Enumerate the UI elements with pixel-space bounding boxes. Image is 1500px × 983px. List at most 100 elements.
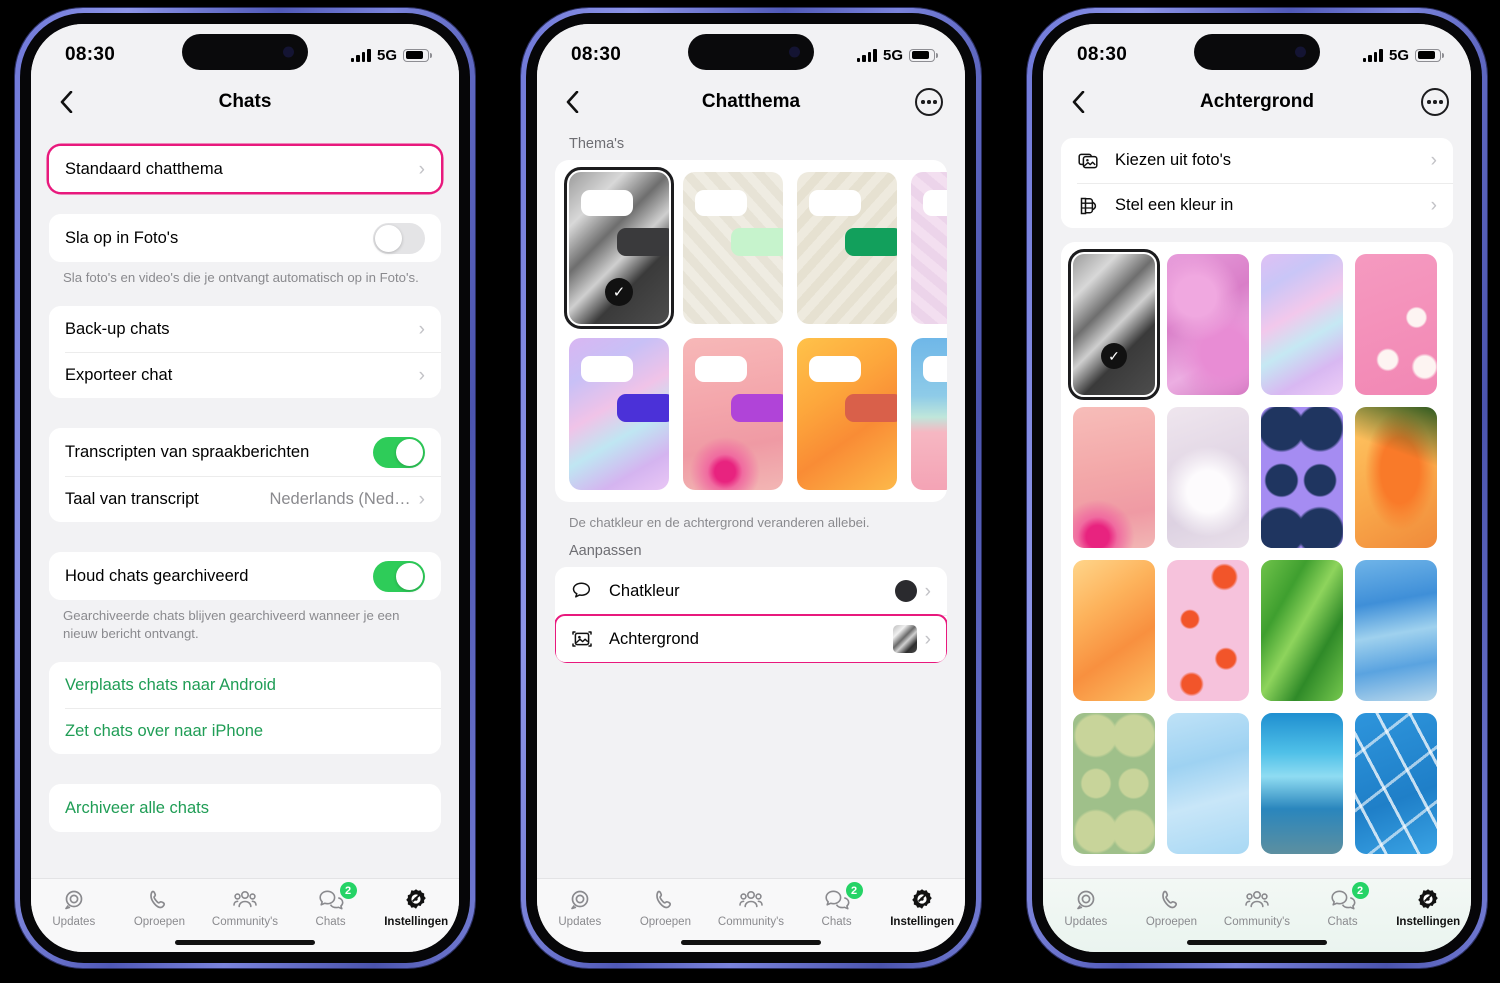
tab-label: Chats <box>315 916 346 928</box>
wallpaper-purple-figs[interactable] <box>1261 407 1343 548</box>
tab-bar[interactable]: Updates Oproepen Community's 2 Chats Ins… <box>1043 878 1471 952</box>
wallpaper-dark-dune[interactable]: ✓ <box>1068 249 1160 400</box>
back-button[interactable] <box>53 89 79 115</box>
page-title: Achtergrond <box>1200 91 1314 112</box>
tab-instellingen[interactable]: Instellingen <box>884 887 960 928</box>
phone-icon <box>1162 890 1178 909</box>
save-photos-toggle[interactable] <box>373 222 425 254</box>
row-backup-chats[interactable]: Back-up chats › <box>49 306 441 353</box>
theme-doodle-cream[interactable] <box>683 172 783 324</box>
row-exporteer-chat[interactable]: Exporteer chat › <box>49 352 441 399</box>
settings-gear-icon <box>1418 889 1438 909</box>
row-taal-van-transcript[interactable]: Taal van transcript Nederlands (Ned… › <box>49 476 441 523</box>
wallpaper-pink-palm-clouds[interactable] <box>1355 254 1437 395</box>
updates-icon <box>1076 890 1095 910</box>
tab-communitys[interactable]: Community's <box>713 887 789 928</box>
chevron-right-icon: › <box>1430 150 1437 171</box>
status-bar: 08:30 5G <box>537 24 965 80</box>
theme-doodle-pink[interactable] <box>911 172 947 324</box>
more-options-icon[interactable] <box>915 88 943 116</box>
theme-dark-dune[interactable]: ✓ <box>564 167 674 329</box>
wallpaper-holographic-lilac[interactable] <box>1261 254 1343 395</box>
settings-list[interactable]: Standaard chatthema › Sla op in Foto's S… <box>31 124 459 878</box>
outgoing-bubble <box>617 394 669 422</box>
tab-bar[interactable]: Updates Oproepen Community's 2 Chats Ins… <box>537 878 965 952</box>
theme-doodle-beige[interactable] <box>797 172 897 324</box>
tab-instellingen[interactable]: Instellingen <box>378 887 454 928</box>
row-label: Zet chats over naar iPhone <box>65 721 264 740</box>
tab-chats[interactable]: 2 Chats <box>293 882 369 928</box>
row-transcripten[interactable]: Transcripten van spraakberichten <box>49 428 441 477</box>
incoming-bubble <box>695 356 747 382</box>
theme-orange-silk[interactable] <box>797 338 897 490</box>
wallpaper-blue-lines[interactable] <box>1355 713 1437 854</box>
tab-chats[interactable]: 2 Chats <box>1305 882 1381 928</box>
chat-bubble-icon <box>571 580 601 602</box>
row-chatkleur[interactable]: Chatkleur › <box>555 567 947 616</box>
theme-pink-floral[interactable] <box>683 338 783 490</box>
wallpaper-body[interactable]: Kiezen uit foto's › Stel een kleur in › … <box>1043 124 1471 878</box>
incoming-bubble <box>809 190 861 216</box>
network-type-label: 5G <box>1388 46 1409 64</box>
wallpaper-pink-crabs[interactable] <box>1167 560 1249 701</box>
wallpaper-light-blue-silk[interactable] <box>1167 713 1249 854</box>
wallpaper-orange-silk[interactable] <box>1073 560 1155 701</box>
incoming-bubble <box>809 356 861 382</box>
incoming-bubble <box>581 190 633 216</box>
theme-holographic-lilac[interactable] <box>569 338 669 490</box>
tab-label: Updates <box>1064 916 1108 928</box>
wallpaper-blue-waves[interactable] <box>1261 713 1343 854</box>
updates-icon <box>570 890 589 910</box>
tab-oproepen[interactable]: Oproepen <box>121 887 197 928</box>
wallpaper-pink-dahlia[interactable] <box>1073 407 1155 548</box>
wallpaper-pink-peony[interactable] <box>1167 254 1249 395</box>
dynamic-island <box>688 34 814 70</box>
row-standaard-chatthema[interactable]: Standaard chatthema › <box>49 146 441 192</box>
incoming-bubble <box>923 356 947 382</box>
chevron-right-icon: › <box>924 580 931 602</box>
chat-theme-body[interactable]: Thema's ✓ De chatkleur en de achtergrond… <box>537 124 965 878</box>
wallpaper-white-dandelion[interactable] <box>1167 407 1249 548</box>
keep-archived-toggle[interactable] <box>373 560 425 592</box>
transcripts-toggle[interactable] <box>373 436 425 468</box>
save-photos-note: Sla foto's en video's die je ontvangt au… <box>63 270 419 285</box>
tab-communitys[interactable]: Community's <box>207 887 283 928</box>
home-indicator <box>1187 940 1327 945</box>
tab-bar[interactable]: Updates Oproepen Community's 2 Chats Ins… <box>31 878 459 952</box>
back-button[interactable] <box>1065 89 1091 115</box>
communities-icon <box>739 891 763 908</box>
tab-updates[interactable]: Updates <box>36 887 112 928</box>
wallpaper-blue-ink[interactable] <box>1355 560 1437 701</box>
wallpaper-green-olives[interactable] <box>1073 713 1155 854</box>
tab-label: Oproepen <box>639 916 691 928</box>
tab-oproepen[interactable]: Oproepen <box>1133 887 1209 928</box>
wallpaper-green-aloe[interactable] <box>1261 560 1343 701</box>
chat-color-swatch <box>894 580 917 603</box>
themes-heading: Thema's <box>569 136 625 152</box>
wallpaper-grid[interactable]: ✓ <box>1068 249 1453 854</box>
tab-communitys[interactable]: Community's <box>1219 887 1295 928</box>
row-kiezen-uit-fotos[interactable]: Kiezen uit foto's › <box>1061 138 1453 183</box>
settings-gear-icon <box>912 889 932 909</box>
tab-instellingen[interactable]: Instellingen <box>1390 887 1466 928</box>
back-button[interactable] <box>559 89 585 115</box>
tab-updates[interactable]: Updates <box>1048 887 1124 928</box>
row-stel-een-kleur-in[interactable]: Stel een kleur in › <box>1061 183 1453 228</box>
tab-oproepen[interactable]: Oproepen <box>627 887 703 928</box>
more-options-icon[interactable] <box>1421 88 1449 116</box>
theme-beach-pink[interactable] <box>911 338 947 490</box>
row-houd-chats-gearchiveerd[interactable]: Houd chats gearchiveerd <box>49 552 441 601</box>
row-sla-op-in-fotos[interactable]: Sla op in Foto's <box>49 214 441 262</box>
wallpaper-orange-canna-lily[interactable] <box>1355 407 1437 548</box>
row-verplaats-chats-naar-android[interactable]: Verplaats chats naar Android <box>49 662 441 709</box>
themes-grid[interactable]: ✓ <box>564 167 947 490</box>
row-archiveer-alle-chats[interactable]: Archiveer alle chats <box>49 784 441 833</box>
nav-bar: Chats <box>31 80 459 124</box>
archive-toggle-group: Houd chats gearchiveerd <box>49 552 441 601</box>
row-achtergrond[interactable]: Achtergrond › <box>555 614 947 664</box>
tab-updates[interactable]: Updates <box>542 887 618 928</box>
tab-label: Community's <box>1223 916 1291 928</box>
tab-chats[interactable]: 2 Chats <box>799 882 875 928</box>
row-zet-chats-over-naar-iphone[interactable]: Zet chats over naar iPhone <box>49 708 441 755</box>
outgoing-bubble <box>845 394 897 422</box>
